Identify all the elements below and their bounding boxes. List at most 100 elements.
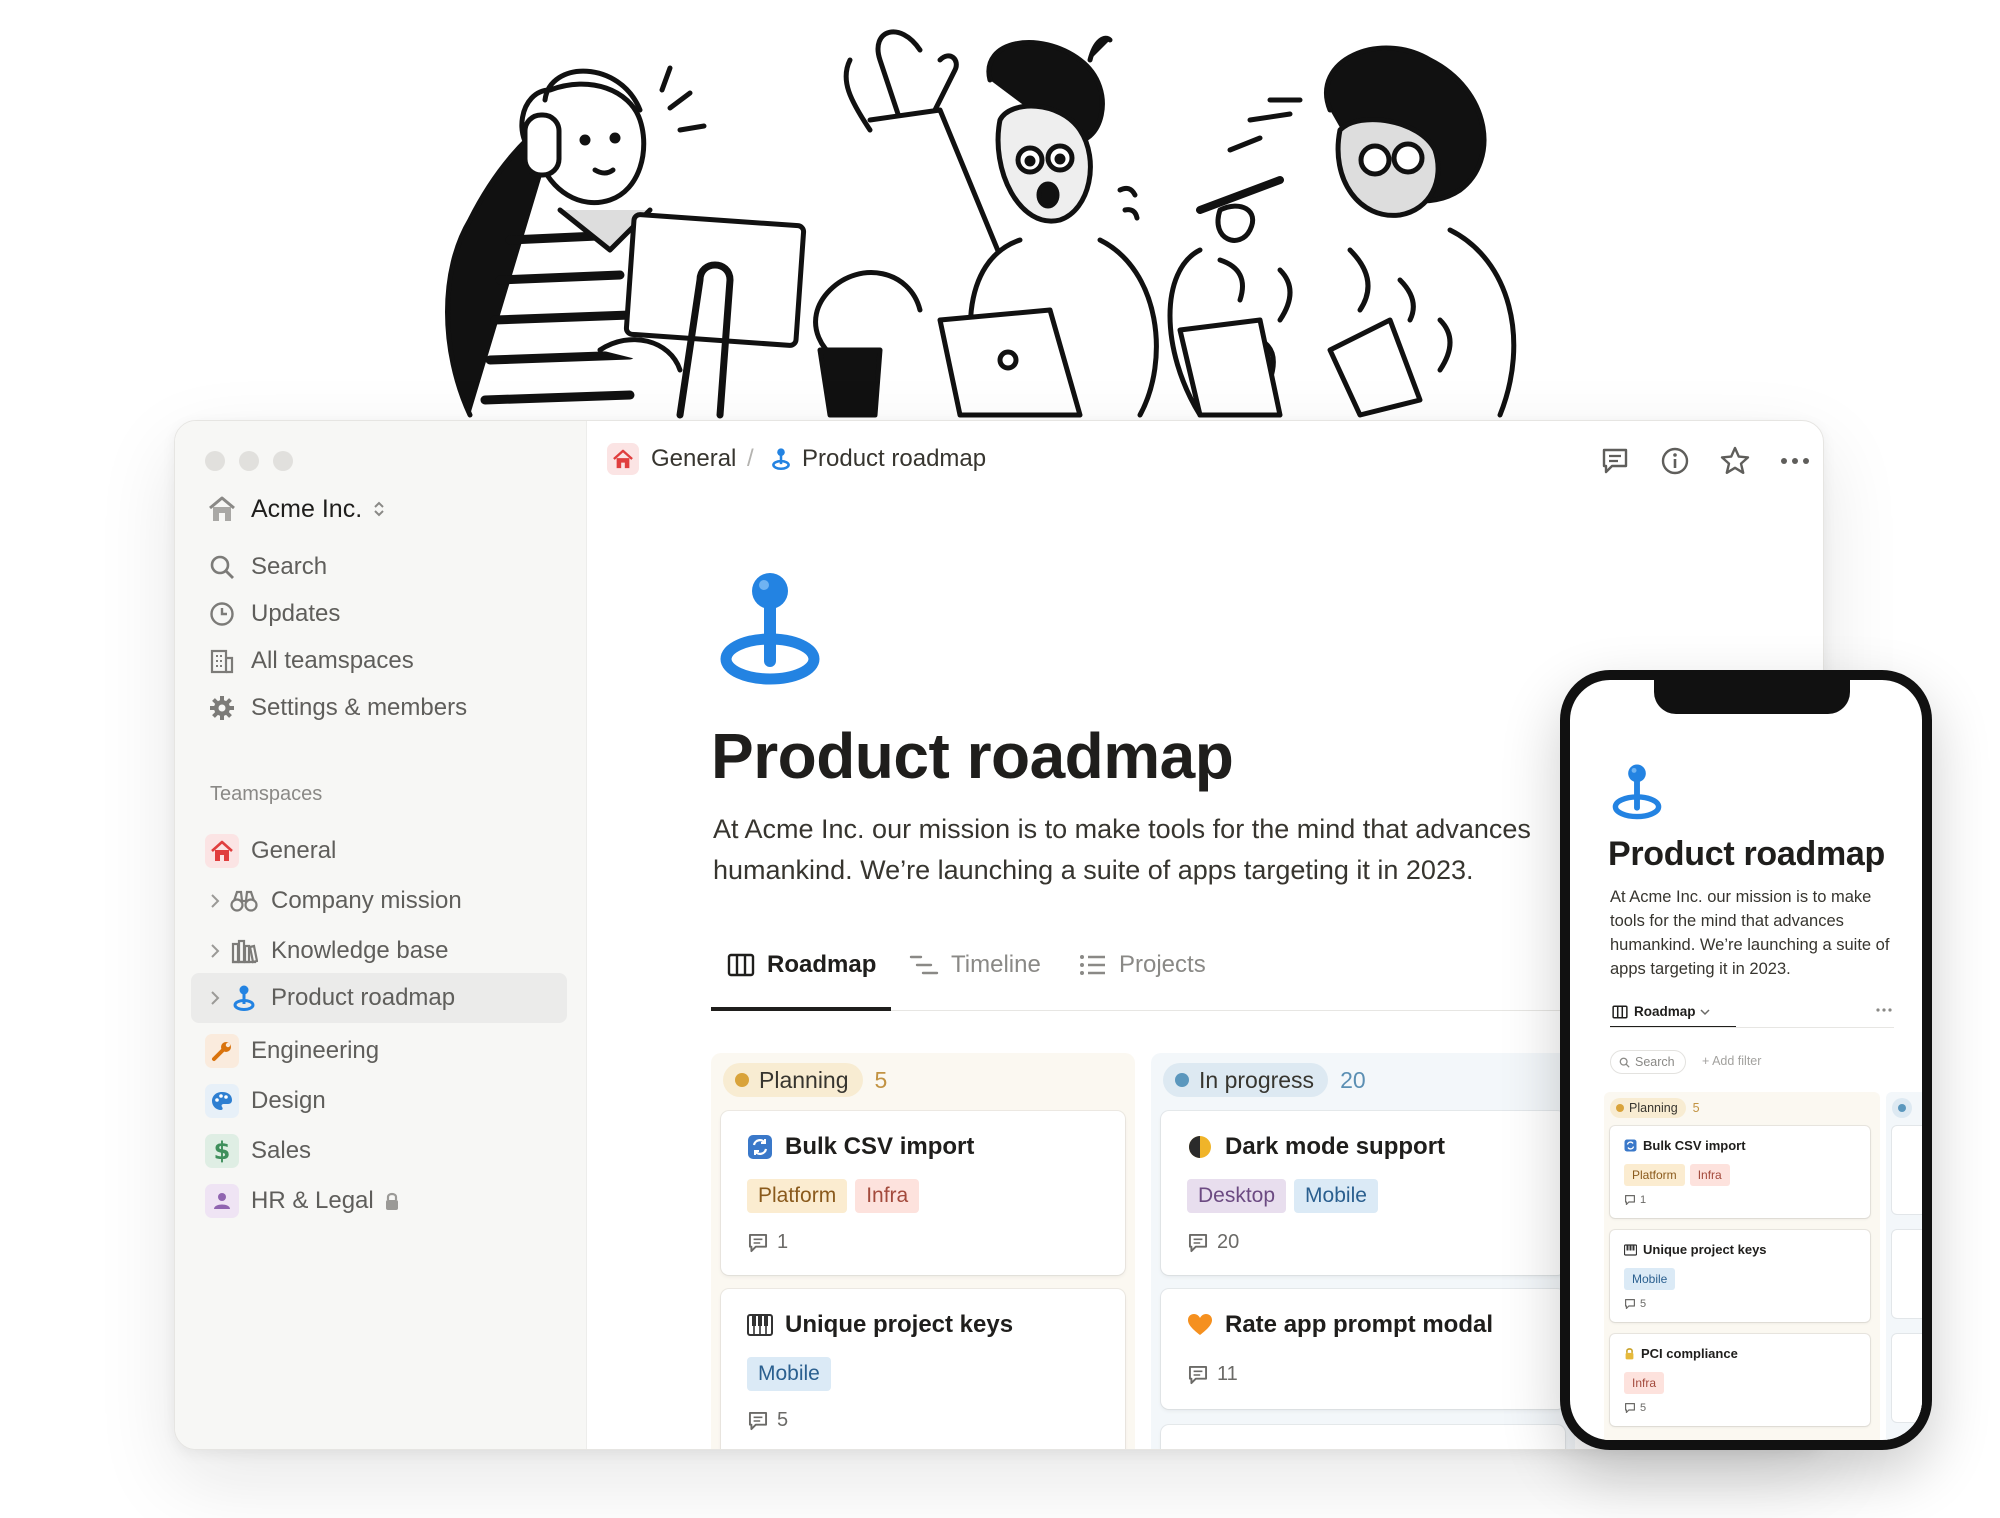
status-pill-in-progress: In progress — [1163, 1063, 1329, 1097]
tag-mobile[interactable]: Mobile — [747, 1357, 831, 1391]
comment-count: 1 — [747, 1231, 788, 1254]
sidebar-item-design[interactable]: Design — [205, 1081, 326, 1121]
status-dot — [1175, 1073, 1189, 1087]
tag-desktop[interactable]: Desktop — [1187, 1179, 1287, 1213]
house-icon — [607, 443, 639, 475]
workspace-name: Acme Inc. — [251, 494, 363, 523]
favorite-button[interactable] — [1715, 441, 1755, 481]
tag-infra[interactable]: Infra — [1624, 1372, 1665, 1394]
mobile-page-icon[interactable] — [1610, 762, 1664, 827]
workspace-switcher[interactable]: Acme Inc. — [205, 489, 386, 529]
sidebar-item-hr-legal[interactable]: HR & Legal — [205, 1181, 400, 1221]
clock-icon — [205, 597, 239, 631]
sidebar-item-settings[interactable]: Settings & members — [205, 688, 467, 728]
info-button[interactable] — [1655, 441, 1695, 481]
half-moon-icon — [1187, 1134, 1213, 1160]
mobile-card-unique-project-keys[interactable]: Unique project keys Mobile 5 — [1610, 1230, 1870, 1322]
board-card-rate-app-prompt-modal[interactable]: Rate app prompt modal 11 — [1161, 1289, 1565, 1409]
sidebar-item-product-roadmap[interactable]: Product roadmap — [205, 978, 455, 1018]
comment-count: 5 — [747, 1409, 788, 1432]
palette-icon — [205, 1084, 239, 1118]
tab-roadmap[interactable]: Roadmap — [727, 943, 876, 987]
mobile-card-bulk-csv-import[interactable]: Bulk CSV import Platform Infra 1 — [1610, 1126, 1870, 1218]
more-horizontal-icon — [1781, 458, 1809, 464]
status-dot — [1616, 1104, 1624, 1112]
tab-projects[interactable]: Projects — [1079, 943, 1206, 987]
comment-icon — [1624, 1402, 1636, 1414]
column-header[interactable]: Planning 5 — [723, 1063, 887, 1097]
comment-count: 1 — [1624, 1194, 1646, 1206]
sidebar-item-search[interactable]: Search — [205, 547, 327, 587]
page-title[interactable]: Product roadmap — [711, 719, 1234, 793]
gear-icon — [205, 691, 239, 725]
search-icon — [1619, 1057, 1630, 1068]
anchor-pin-icon — [227, 981, 261, 1015]
column-count: 20 — [1340, 1066, 1366, 1093]
comment-icon — [747, 1410, 769, 1432]
window-minimize-button[interactable] — [239, 451, 259, 471]
breadcrumb-current[interactable]: Product roadmap — [770, 441, 986, 477]
mobile-card-pci-compliance[interactable]: PCI compliance Infra 5 — [1610, 1334, 1870, 1426]
lock-icon — [1624, 1347, 1635, 1360]
chevron-up-down-icon — [372, 499, 386, 519]
sidebar-item-general[interactable]: General — [205, 831, 336, 871]
dollar-icon: $ — [205, 1134, 239, 1168]
tag-platform[interactable]: Platform — [747, 1179, 848, 1213]
breadcrumb-general[interactable]: General — [607, 441, 736, 477]
board-card-dark-mode-support[interactable]: Dark mode support Desktop Mobile 20 — [1161, 1111, 1565, 1275]
sidebar-item-engineering[interactable]: Engineering — [205, 1031, 379, 1071]
mobile-search-button[interactable]: Search — [1610, 1050, 1686, 1074]
comment-icon — [747, 1232, 769, 1254]
binoculars-icon — [227, 884, 261, 918]
board-column-in-progress: In progress 20 Dark mode support Desktop… — [1151, 1053, 1575, 1449]
tag-platform[interactable]: Platform — [1624, 1164, 1685, 1186]
sidebar-item-knowledge-base[interactable]: Knowledge base — [205, 931, 448, 971]
star-icon — [1720, 446, 1750, 474]
mobile-more-button[interactable] — [1876, 1000, 1892, 1018]
orange-heart-icon — [1187, 1312, 1213, 1338]
mobile-column-header[interactable]: Planning 5 — [1610, 1098, 1700, 1118]
phone-notch — [1654, 680, 1850, 714]
tab-timeline[interactable]: Timeline — [909, 943, 1041, 987]
sidebar-item-all-teamspaces[interactable]: All teamspaces — [205, 641, 414, 681]
top-bar: General / Product roadmap — [587, 421, 1823, 497]
mobile-page-description[interactable]: At Acme Inc. our mission is to make tool… — [1610, 885, 1894, 981]
page-icon-anchor-pin[interactable] — [715, 569, 825, 694]
mobile-add-filter-button[interactable]: + Add filter — [1702, 1054, 1761, 1068]
mobile-page-title[interactable]: Product roadmap — [1608, 835, 1885, 874]
window-maximize-button[interactable] — [273, 451, 293, 471]
board-card-bulk-csv-import[interactable]: Bulk CSV import Platform Infra 1 — [721, 1111, 1125, 1275]
board-card-unique-project-keys[interactable]: Unique project keys Mobile 5 — [721, 1289, 1125, 1449]
comment-icon — [1187, 1232, 1209, 1254]
piano-keys-icon — [747, 1312, 773, 1338]
team-illustration — [445, 29, 1517, 419]
building-icon — [205, 644, 239, 678]
tag-infra[interactable]: Infra — [855, 1179, 920, 1213]
tag-mobile[interactable]: Mobile — [1294, 1179, 1378, 1213]
chevron-right-icon[interactable] — [205, 893, 225, 909]
chevron-right-icon[interactable] — [205, 990, 225, 1006]
mobile-column-in-progress-partial — [1886, 1092, 1922, 1440]
sidebar-item-sales[interactable]: $ Sales — [205, 1131, 311, 1171]
house-icon — [205, 834, 239, 868]
board-card-partial[interactable] — [1161, 1425, 1565, 1449]
column-header[interactable]: In progress 20 — [1163, 1063, 1366, 1097]
mobile-screen: Product roadmap At Acme Inc. our mission… — [1570, 680, 1922, 1440]
chevron-right-icon[interactable] — [205, 943, 225, 959]
comments-button[interactable] — [1595, 441, 1635, 481]
sidebar-item-updates[interactable]: Updates — [205, 594, 340, 634]
tag-infra[interactable]: Infra — [1689, 1164, 1730, 1186]
sidebar-item-company-mission[interactable]: Company mission — [205, 881, 462, 921]
window-close-button[interactable] — [205, 451, 225, 471]
wrench-icon — [205, 1034, 239, 1068]
active-tab-indicator — [711, 1007, 891, 1011]
more-options-button[interactable] — [1775, 441, 1815, 481]
tag-mobile[interactable]: Mobile — [1624, 1268, 1676, 1290]
arrows-cycle-icon — [1624, 1139, 1637, 1152]
breadcrumb-separator: / — [747, 445, 754, 472]
mobile-view-selector[interactable]: Roadmap — [1612, 1004, 1710, 1019]
page-description[interactable]: At Acme Inc. our mission is to make tool… — [713, 809, 1613, 891]
library-icon — [227, 934, 261, 968]
mobile-phone-mockup: Product roadmap At Acme Inc. our mission… — [1560, 670, 1932, 1450]
info-icon — [1661, 447, 1689, 475]
